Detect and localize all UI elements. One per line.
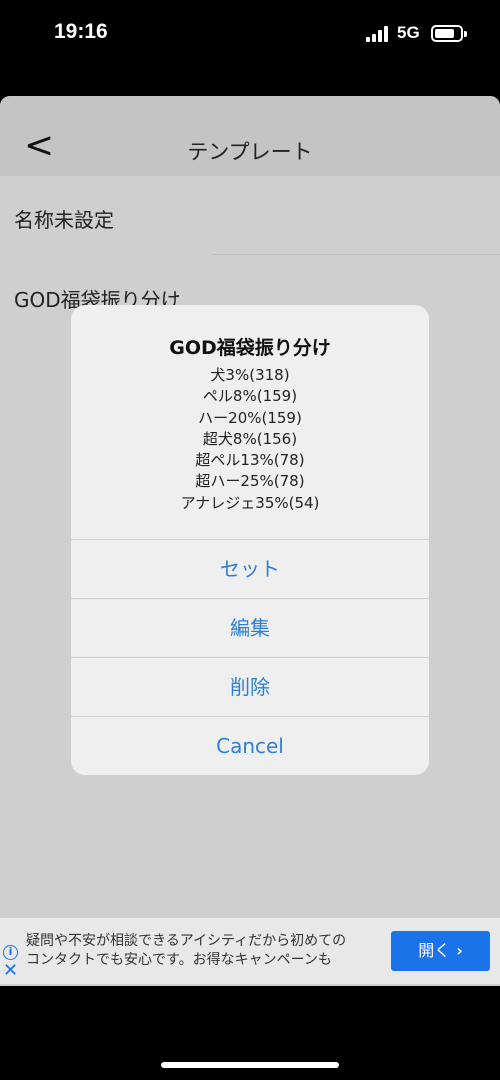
battery-icon [431, 25, 467, 42]
ad-open-button[interactable]: 開く › [391, 931, 490, 971]
chevron-right-icon: › [456, 941, 463, 960]
delete-button[interactable]: 削除 [71, 657, 429, 716]
alert-message-line: 犬3%(318) [210, 366, 290, 384]
divider [212, 254, 500, 255]
ad-text-line: コンタクトでも安心です。お得なキャンペーンも [26, 952, 332, 968]
close-icon[interactable]: ✕ [3, 960, 18, 981]
status-time: 19:16 [54, 20, 108, 43]
action-alert: GOD福袋振り分け 犬3%(318) ペル8%(159) ハー20%(159) … [71, 305, 429, 775]
info-icon[interactable]: i [3, 945, 18, 960]
alert-message-line: アナレジェ35%(54) [180, 493, 320, 512]
home-indicator[interactable] [161, 1062, 339, 1068]
alert-message-line: ハー20%(159) [198, 408, 302, 427]
status-bar: 19:16 5G [0, 0, 500, 70]
alert-message-line: 超犬8%(156) [202, 429, 298, 448]
ad-text: 疑問や不安が相談できるアイシティだから初めての コンタクトでも安心です。お得なキ… [26, 932, 376, 970]
navigation-bar: < テンプレート [0, 96, 500, 176]
cancel-button[interactable]: Cancel [71, 716, 429, 775]
page-title: テンプレート [187, 140, 313, 164]
network-type: 5G [397, 23, 420, 42]
alert-message-line: 超ハー25%(78) [195, 472, 305, 491]
alert-message-line: ペル8%(159) [202, 387, 298, 406]
list-item-template[interactable]: 名称未設定 [14, 204, 114, 233]
cellular-signal-icon [366, 26, 390, 42]
alert-title: GOD福袋振り分け [169, 337, 331, 359]
ad-banner[interactable]: i ✕ 疑問や不安が相談できるアイシティだから初めての コンタクトでも安心です。… [0, 918, 500, 984]
set-button[interactable]: セット [71, 539, 429, 598]
ad-open-label: 開く [418, 941, 451, 960]
ad-text-line: 疑問や不安が相談できるアイシティだから初めての [26, 933, 347, 949]
alert-message-line: 超ペル13%(78) [195, 451, 305, 470]
edit-button[interactable]: 編集 [71, 598, 429, 657]
alert-message: 犬3%(318) ペル8%(159) ハー20%(159) 超犬8%(156) … [71, 365, 429, 514]
